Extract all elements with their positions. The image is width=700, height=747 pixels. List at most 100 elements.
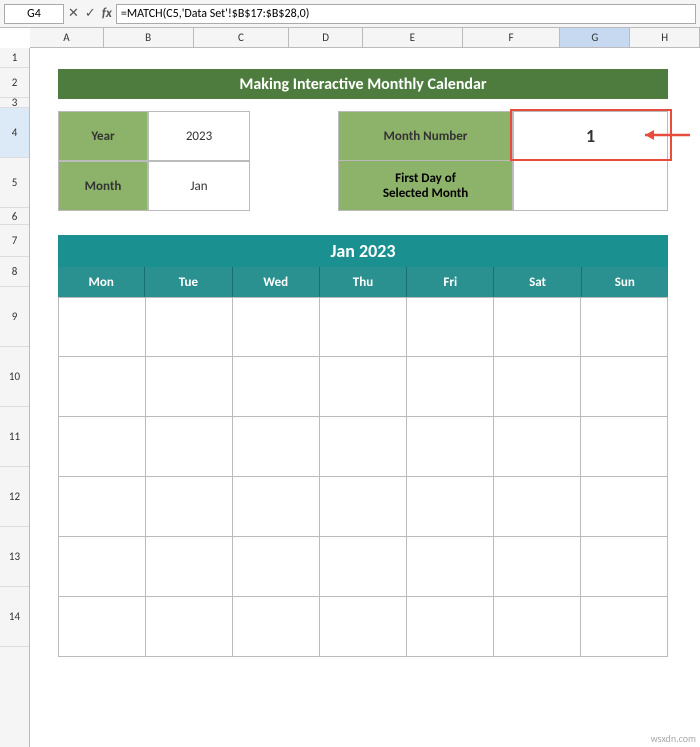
day-header-thu: Thu bbox=[320, 267, 407, 297]
cal-cell-r2c7[interactable] bbox=[581, 357, 668, 417]
cal-cell-r5c2[interactable] bbox=[146, 537, 233, 597]
first-day-label: First Day ofSelected Month bbox=[338, 161, 513, 211]
cal-cell-r2c3[interactable] bbox=[233, 357, 320, 417]
spreadsheet: A B C D E F G H 1 2 3 4 5 6 7 8 9 10 11 … bbox=[0, 28, 700, 747]
month-number-row: Month Number 1 bbox=[338, 111, 668, 161]
title-text: Making Interactive Monthly Calendar bbox=[239, 75, 486, 94]
cal-cell-r3c5[interactable] bbox=[407, 417, 494, 477]
cal-cell-r1c5[interactable] bbox=[407, 297, 494, 357]
first-day-row: First Day ofSelected Month bbox=[338, 161, 668, 211]
formula-bar: G4 ✕ ✓ fx =MATCH(C5,'Data Set'!$B$17:$B$… bbox=[0, 0, 700, 28]
col-header-g: G bbox=[560, 28, 630, 47]
year-value[interactable]: 2023 bbox=[148, 111, 250, 161]
cal-cell-r5c5[interactable] bbox=[407, 537, 494, 597]
cal-cell-r5c6[interactable] bbox=[494, 537, 581, 597]
cal-cell-r6c2[interactable] bbox=[146, 597, 233, 657]
row-num-11: 11 bbox=[0, 407, 29, 467]
col-header-c: C bbox=[194, 28, 290, 47]
row-num-4: 4 bbox=[0, 108, 29, 158]
cal-row-2 bbox=[58, 357, 668, 417]
row-num-14: 14 bbox=[0, 587, 29, 647]
info-table-right: Month Number 1 First Day ofSelected Mont… bbox=[338, 111, 668, 211]
cal-cell-r4c4[interactable] bbox=[320, 477, 407, 537]
cal-cell-r3c1[interactable] bbox=[58, 417, 146, 477]
cal-cell-r3c4[interactable] bbox=[320, 417, 407, 477]
col-header-a: A bbox=[30, 28, 104, 47]
cal-cell-r4c1[interactable] bbox=[58, 477, 146, 537]
cal-cell-r4c3[interactable] bbox=[233, 477, 320, 537]
cal-cell-r2c6[interactable] bbox=[494, 357, 581, 417]
cancel-icon[interactable]: ✕ bbox=[68, 6, 79, 21]
confirm-icon[interactable]: ✓ bbox=[85, 6, 96, 21]
cal-cell-r1c4[interactable] bbox=[320, 297, 407, 357]
cal-cell-r4c6[interactable] bbox=[494, 477, 581, 537]
cal-cell-r4c7[interactable] bbox=[581, 477, 668, 537]
info-table-left: Year 2023 Month Jan bbox=[58, 111, 250, 211]
row-num-6: 6 bbox=[0, 208, 29, 225]
row-num-12: 12 bbox=[0, 467, 29, 527]
row-num-5: 5 bbox=[0, 158, 29, 208]
first-day-value[interactable] bbox=[513, 161, 668, 211]
day-header-sun: Sun bbox=[582, 267, 668, 297]
col-header-h: H bbox=[630, 28, 700, 47]
cell-reference-box[interactable]: G4 bbox=[4, 4, 64, 24]
cal-cell-r6c1[interactable] bbox=[58, 597, 146, 657]
month-row: Month Jan bbox=[58, 161, 250, 211]
cal-cell-r1c1[interactable] bbox=[58, 297, 146, 357]
row-num-9: 9 bbox=[0, 287, 29, 347]
month-label: Month bbox=[58, 161, 148, 211]
cal-row-4 bbox=[58, 477, 668, 537]
row-numbers: 1 2 3 4 5 6 7 8 9 10 11 12 13 14 bbox=[0, 48, 30, 747]
cal-cell-r5c3[interactable] bbox=[233, 537, 320, 597]
year-row: Year 2023 bbox=[58, 111, 250, 161]
cal-cell-r3c7[interactable] bbox=[581, 417, 668, 477]
cal-row-3 bbox=[58, 417, 668, 477]
cal-cell-r1c6[interactable] bbox=[494, 297, 581, 357]
month-value[interactable]: Jan bbox=[148, 161, 250, 211]
row-num-10: 10 bbox=[0, 347, 29, 407]
cal-cell-r4c2[interactable] bbox=[146, 477, 233, 537]
cal-cell-r6c3[interactable] bbox=[233, 597, 320, 657]
cal-cell-r1c3[interactable] bbox=[233, 297, 320, 357]
column-headers: A B C D E F G H bbox=[30, 28, 700, 48]
watermark: wsxdn.com bbox=[651, 732, 696, 745]
cal-cell-r5c7[interactable] bbox=[581, 537, 668, 597]
row-num-7: 7 bbox=[0, 225, 29, 257]
calendar-header: Jan 2023 bbox=[58, 235, 668, 267]
calendar-title: Jan 2023 bbox=[330, 240, 395, 262]
col-header-d: D bbox=[289, 28, 363, 47]
cal-cell-r3c6[interactable] bbox=[494, 417, 581, 477]
day-header-wed: Wed bbox=[233, 267, 320, 297]
row-num-3: 3 bbox=[0, 98, 29, 108]
month-number-label: Month Number bbox=[338, 111, 513, 161]
cal-cell-r3c3[interactable] bbox=[233, 417, 320, 477]
cal-cell-r6c7[interactable] bbox=[581, 597, 668, 657]
insert-function-icon[interactable]: fx bbox=[102, 6, 112, 21]
col-header-b: B bbox=[104, 28, 194, 47]
day-header-sat: Sat bbox=[494, 267, 581, 297]
day-headers: Mon Tue Wed Thu Fri Sat Sun bbox=[58, 267, 668, 297]
cal-row-5 bbox=[58, 537, 668, 597]
month-number-value[interactable]: 1 bbox=[513, 111, 668, 161]
row-num-8: 8 bbox=[0, 257, 29, 287]
cal-row-6 bbox=[58, 597, 668, 657]
year-label: Year bbox=[58, 111, 148, 161]
cal-cell-r5c4[interactable] bbox=[320, 537, 407, 597]
cal-cell-r2c4[interactable] bbox=[320, 357, 407, 417]
cal-cell-r3c2[interactable] bbox=[146, 417, 233, 477]
cal-cell-r2c1[interactable] bbox=[58, 357, 146, 417]
title-banner: Making Interactive Monthly Calendar bbox=[58, 69, 668, 99]
cal-cell-r1c7[interactable] bbox=[581, 297, 668, 357]
cal-cell-r5c1[interactable] bbox=[58, 537, 146, 597]
cal-cell-r4c5[interactable] bbox=[407, 477, 494, 537]
cal-cell-r2c5[interactable] bbox=[407, 357, 494, 417]
calendar-grid bbox=[58, 297, 668, 657]
cal-cell-r6c4[interactable] bbox=[320, 597, 407, 657]
col-header-f: F bbox=[463, 28, 561, 47]
cal-cell-r2c2[interactable] bbox=[146, 357, 233, 417]
formula-input[interactable]: =MATCH(C5,'Data Set'!$B$17:$B$28,0) bbox=[116, 4, 696, 24]
cal-cell-r1c2[interactable] bbox=[146, 297, 233, 357]
day-header-tue: Tue bbox=[145, 267, 232, 297]
cal-cell-r6c5[interactable] bbox=[407, 597, 494, 657]
cal-cell-r6c6[interactable] bbox=[494, 597, 581, 657]
